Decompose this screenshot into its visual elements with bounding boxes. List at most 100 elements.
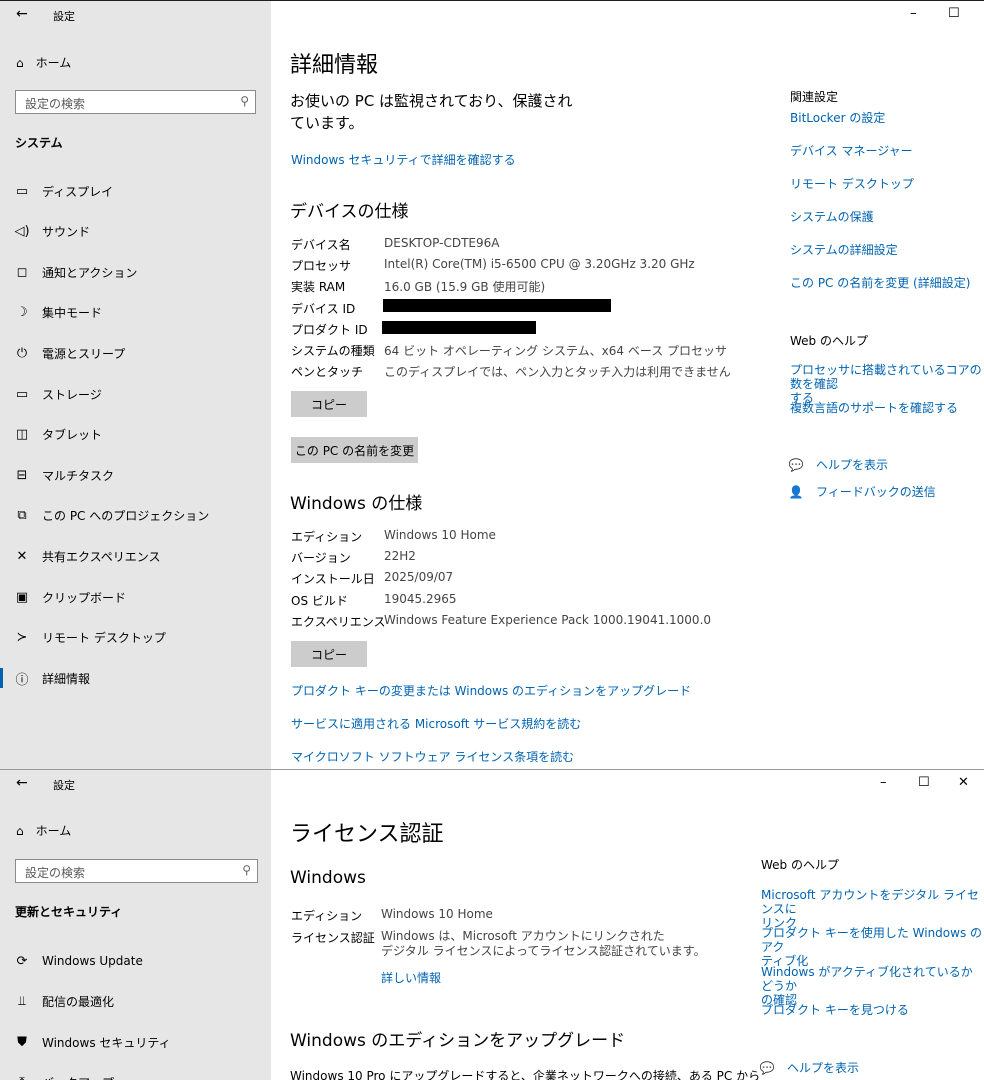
link-line: プロダクト キーを使用した Windows のアク bbox=[761, 926, 983, 954]
activation-key: ライセンス認証 bbox=[291, 931, 375, 945]
sidebar-item[interactable]: ☽ 集中モード bbox=[0, 293, 271, 333]
shared-icon: ✕ bbox=[16, 548, 28, 564]
protection-status-line2: ています。 bbox=[290, 114, 364, 132]
license-terms-link[interactable]: マイクロソフト ソフトウェア ライセンス条項を読む bbox=[291, 748, 574, 765]
sidebar-item-label: 配信の最適化 bbox=[42, 995, 115, 1009]
link-digital-license-link[interactable]: Microsoft アカウントをデジタル ライセンスに リンク bbox=[761, 888, 984, 930]
remote-desktop-link[interactable]: リモート デスクトップ bbox=[790, 177, 914, 191]
page-title: 詳細情報 bbox=[290, 53, 379, 78]
language-support-link[interactable]: 複数言語のサポートを確認する bbox=[790, 401, 958, 415]
clipboard-icon: ▣ bbox=[15, 589, 29, 605]
section-title: システム bbox=[15, 136, 63, 150]
window-title: 設定 bbox=[53, 779, 75, 792]
edition-key: エディション bbox=[291, 909, 363, 923]
web-help-heading: Web のヘルプ bbox=[790, 334, 868, 348]
sidebar: ← 設定 ⌂ ホーム 設定の検索 ⚲ 更新とセキュリティ ⟳ Windows Up… bbox=[0, 770, 271, 1080]
page-title: ライセンス認証 bbox=[290, 822, 444, 847]
shield-icon: ⛊ bbox=[17, 1034, 27, 1050]
change-product-key-link[interactable]: プロダクト キーの変更または Windows のエディションをアップグレード bbox=[291, 682, 691, 699]
sidebar-item-label: 電源とスリープ bbox=[42, 346, 126, 361]
activation-value-line1: Windows は、Microsoft アカウントにリンクされた bbox=[381, 929, 665, 943]
activate-with-key-link[interactable]: プロダクト キーを使用した Windows のアク ティブ化 bbox=[761, 926, 984, 968]
minimize-button[interactable]: – bbox=[880, 775, 887, 790]
sidebar-item[interactable]: ≻ リモート デスクトップ bbox=[0, 618, 271, 658]
info-icon: ⓘ bbox=[15, 672, 29, 688]
device-id-redaction bbox=[383, 299, 611, 312]
spec-value: 64 ビット オペレーティング システム、x64 ベース プロセッサ bbox=[384, 344, 728, 358]
moon-icon: ☽ bbox=[16, 305, 28, 321]
web-help-heading: Web のヘルプ bbox=[761, 858, 839, 872]
home-link[interactable]: ⌂ ホーム bbox=[16, 822, 71, 839]
spec-value: DESKTOP-CDTE96A bbox=[384, 236, 500, 250]
sidebar-item-label: 共有エクスペリエンス bbox=[42, 549, 161, 564]
sidebar-item[interactable]: ⟳ Windows Update bbox=[0, 941, 271, 981]
home-link[interactable]: ⌂ ホーム bbox=[16, 54, 71, 71]
spec-key: インストール日 bbox=[291, 572, 375, 587]
sidebar-item[interactable]: ▭ ディスプレイ bbox=[0, 171, 271, 211]
sidebar-item[interactable]: ⊟ マルチタスク bbox=[0, 455, 271, 495]
activation-value: Windows は、Microsoft アカウントにリンクされた デジタル ライ… bbox=[381, 929, 706, 959]
settings-window-about: ← 設定 ⌂ ホーム 設定の検索 ⚲ システム ▭ ディスプレイ ◁) サウンド ◻ 通知… bbox=[0, 0, 984, 769]
service-agreement-link[interactable]: サービスに適用される Microsoft サービス規約を読む bbox=[291, 715, 581, 732]
security-details-link[interactable]: Windows セキュリティで詳細を確認する bbox=[291, 151, 516, 168]
sidebar-item-label: リモート デスクトップ bbox=[42, 631, 166, 646]
maximize-button[interactable]: ☐ bbox=[918, 775, 930, 790]
sidebar-item[interactable]: ◁) サウンド bbox=[0, 212, 271, 252]
related-settings-heading: 関連設定 bbox=[790, 90, 839, 104]
back-arrow-icon[interactable]: ← bbox=[16, 6, 28, 22]
spec-key: エクスペリエンス bbox=[291, 614, 386, 629]
sidebar-item-label: ストレージ bbox=[42, 387, 102, 402]
sidebar-item[interactable]: ◫ タブレット bbox=[0, 415, 271, 455]
spec-key: 実装 RAM bbox=[291, 280, 346, 295]
delivery-icon: ⫫ bbox=[18, 994, 26, 1009]
sidebar-item[interactable]: ◻ 通知とアクション bbox=[0, 252, 271, 292]
more-info-link[interactable]: 詳しい情報 bbox=[381, 969, 441, 986]
rename-pc-advanced-link[interactable]: この PC の名前を変更 (詳細設定) bbox=[790, 276, 970, 290]
speaker-icon: ◁) bbox=[14, 224, 30, 240]
spec-value: 2025/09/07 bbox=[384, 570, 454, 585]
sidebar-item[interactable]: ⏻ 電源とスリープ bbox=[0, 333, 271, 373]
protection-status-line1: お使いの PC は監視されており、保護され bbox=[290, 92, 573, 110]
storage-icon: ▭ bbox=[15, 386, 29, 402]
copy-windows-specs-button[interactable]: コピー bbox=[291, 641, 367, 667]
sidebar-item[interactable]: ⤒ バックアップ bbox=[0, 1063, 271, 1080]
advanced-system-settings-link[interactable]: システムの詳細設定 bbox=[790, 243, 898, 257]
search-icon: ⚲ bbox=[240, 94, 249, 108]
device-manager-link[interactable]: デバイス マネージャー bbox=[790, 144, 913, 158]
spec-key: システムの種類 bbox=[291, 344, 375, 358]
processor-cores-link[interactable]: プロセッサに搭載されているコアの数を確認 する bbox=[790, 363, 984, 405]
rename-pc-button[interactable]: この PC の名前を変更 bbox=[291, 437, 418, 463]
feedback-link[interactable]: 👤 フィードバックの送信 bbox=[788, 483, 936, 500]
sidebar-item[interactable]: ✕ 共有エクスペリエンス bbox=[0, 536, 271, 576]
sidebar-item[interactable]: ⛊ Windows セキュリティ bbox=[0, 1022, 271, 1062]
spec-value: Windows Feature Experience Pack 1000.190… bbox=[384, 612, 712, 627]
device-specs-heading: デバイスの仕様 bbox=[290, 202, 409, 222]
sidebar-item[interactable]: ▣ クリップボード bbox=[0, 577, 271, 617]
find-product-key-link[interactable]: プロダクト キーを見つける bbox=[761, 1003, 909, 1017]
get-help-label: ヘルプを表示 bbox=[816, 458, 889, 472]
check-activation-link[interactable]: Windows がアクティブ化されているかどうか の確認 bbox=[761, 965, 984, 1007]
spec-value: 22H2 bbox=[384, 549, 416, 564]
sidebar-item[interactable]: ⫫ 配信の最適化 bbox=[0, 982, 271, 1022]
get-help-link[interactable]: 💬 ヘルプを表示 bbox=[788, 456, 889, 473]
bitlocker-settings-link[interactable]: BitLocker の設定 bbox=[790, 111, 885, 125]
minimize-button[interactable]: – bbox=[910, 6, 917, 21]
close-button[interactable]: ✕ bbox=[958, 775, 969, 790]
spec-value: Intel(R) Core(TM) i5-6500 CPU @ 3.20GHz … bbox=[384, 257, 695, 272]
spec-value: Windows 10 Home bbox=[384, 528, 496, 542]
search-input[interactable]: 設定の検索 ⚲ bbox=[15, 859, 258, 883]
search-input[interactable]: 設定の検索 ⚲ bbox=[15, 90, 256, 114]
sidebar-item-label: タブレット bbox=[42, 428, 103, 443]
get-help-link[interactable]: 💬 ヘルプを表示 bbox=[759, 1059, 860, 1076]
maximize-button[interactable]: ☐ bbox=[948, 6, 960, 21]
copy-device-specs-button[interactable]: コピー bbox=[291, 391, 367, 417]
spec-key: OS ビルド bbox=[291, 593, 348, 608]
sidebar-item-label: Windows セキュリティ bbox=[42, 1035, 171, 1050]
sidebar-item[interactable]: ⧉ この PC へのプロジェクション bbox=[0, 496, 271, 536]
back-arrow-icon[interactable]: ← bbox=[16, 775, 28, 791]
sidebar-item[interactable]: ⓘ 詳細情報 bbox=[0, 658, 271, 698]
sidebar-item[interactable]: ▭ ストレージ bbox=[0, 374, 271, 414]
spec-key: ペンとタッチ bbox=[291, 365, 364, 380]
system-protection-link[interactable]: システムの保護 bbox=[790, 210, 874, 224]
home-label: ホーム bbox=[35, 824, 72, 838]
